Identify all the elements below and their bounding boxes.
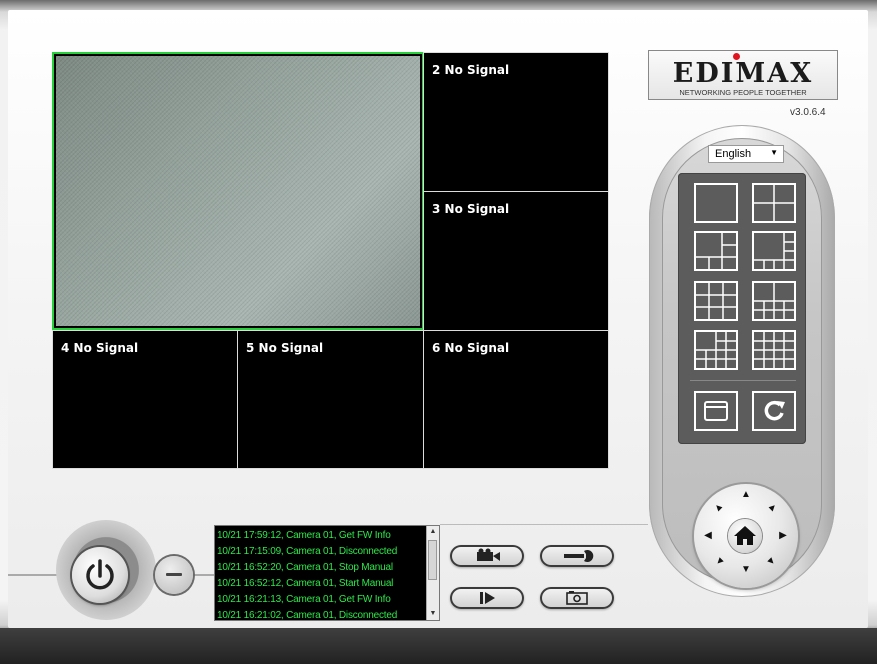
log-entry: 10/21 17:15:09, Camera 01, Disconnected: [217, 546, 398, 557]
log-scrollbar[interactable]: ▲ ▼: [426, 526, 439, 620]
channel-label: 6 No Signal: [432, 341, 510, 355]
home-icon: [734, 526, 756, 545]
auto-cycle-button[interactable]: [752, 391, 796, 431]
record-button[interactable]: [450, 545, 524, 567]
version-label: v3.0.6.4: [790, 107, 826, 118]
layout-4-icon: [754, 185, 794, 221]
power-rail-left: [8, 574, 58, 576]
edimax-logo: EDIMAX NETWORKING PEOPLE TOGETHER: [648, 50, 838, 100]
log-entry: 10/21 16:52:20, Camera 01, Stop Manual: [217, 562, 393, 573]
logo-text: EDIMAX: [672, 58, 814, 89]
layout-9-button[interactable]: [694, 281, 738, 321]
log-list: 10/21 17:59:12, Camera 01, Get FW Info 1…: [217, 528, 423, 621]
chevron-down-icon: ▼: [770, 148, 778, 157]
playback-icon: [480, 592, 495, 604]
channel-label: 4 No Signal: [61, 341, 139, 355]
channel-label: 3 No Signal: [432, 202, 510, 216]
log-entry: 10/21 17:59:12, Camera 01, Get FW Info: [217, 530, 391, 541]
minimize-button[interactable]: [155, 556, 193, 594]
layout-8-button[interactable]: [752, 231, 796, 271]
event-log[interactable]: 10/21 17:59:12, Camera 01, Get FW Info 1…: [214, 525, 440, 621]
channel-label: 5 No Signal: [246, 341, 324, 355]
layout-10-button[interactable]: [752, 281, 796, 321]
settings-wrench-icon: [564, 550, 594, 562]
channel-4-view[interactable]: 4 No Signal: [52, 330, 238, 469]
channel-label: 2 No Signal: [432, 63, 510, 77]
arrow-up-icon[interactable]: ▲: [740, 490, 752, 500]
snapshot-icon: [566, 591, 588, 605]
settings-button[interactable]: [540, 545, 614, 567]
layout-6-button[interactable]: [694, 231, 738, 271]
layout-6-icon: [696, 233, 736, 269]
log-entry: 10/21 16:52:12, Camera 01, Start Manual: [217, 578, 394, 589]
scroll-down-icon[interactable]: ▼: [427, 608, 439, 620]
channel-2-view[interactable]: 2 No Signal: [423, 52, 609, 192]
power-rail-right: [190, 574, 215, 576]
layout-16-icon: [754, 332, 794, 368]
layout-13-button[interactable]: [694, 330, 738, 370]
log-entry: 10/21 16:21:02, Camera 01, Disconnected: [217, 610, 398, 621]
arrow-down-icon[interactable]: ▼: [740, 565, 752, 575]
arrow-right-icon[interactable]: ▶: [777, 531, 789, 541]
home-button[interactable]: [728, 519, 762, 553]
layout-4-button[interactable]: [752, 183, 796, 223]
snapshot-button[interactable]: [540, 587, 614, 609]
auto-cycle-icon: [764, 400, 785, 421]
log-top-rule: [440, 524, 648, 525]
bottom-bar: [0, 628, 877, 664]
power-icon: [86, 559, 114, 590]
arrow-left-icon[interactable]: ◀: [702, 531, 714, 541]
channel-3-view[interactable]: 3 No Signal: [423, 191, 609, 331]
fullscreen-button[interactable]: [694, 391, 738, 431]
fullscreen-icon: [704, 401, 728, 421]
channel-1-view[interactable]: [52, 52, 424, 330]
channel-5-view[interactable]: 5 No Signal: [237, 330, 424, 469]
channel-6-view[interactable]: 6 No Signal: [423, 330, 609, 469]
playback-button[interactable]: [450, 587, 524, 609]
logo-tagline: NETWORKING PEOPLE TOGETHER: [679, 88, 807, 97]
language-value: English: [715, 148, 752, 160]
layout-9-icon: [696, 283, 736, 319]
video-grid: 2 No Signal 3 No Signal 4 No Signal 5 No…: [52, 52, 609, 469]
layout-10-icon: [754, 283, 794, 319]
language-select[interactable]: English ▼: [708, 145, 784, 163]
layout-1-icon: [696, 185, 736, 221]
layout-13-icon: [696, 332, 736, 368]
layout-8-icon: [754, 233, 794, 269]
layout-16-button[interactable]: [752, 330, 796, 370]
layout-1-button[interactable]: [694, 183, 738, 223]
camera-feed-image: [56, 56, 420, 326]
record-camera-icon: [477, 548, 500, 561]
scroll-thumb[interactable]: [428, 540, 437, 580]
scroll-up-icon[interactable]: ▲: [427, 526, 439, 538]
layout-divider: [690, 380, 796, 381]
power-button[interactable]: [72, 547, 128, 603]
log-entry: 10/21 16:21:13, Camera 01, Get FW Info: [217, 594, 391, 605]
